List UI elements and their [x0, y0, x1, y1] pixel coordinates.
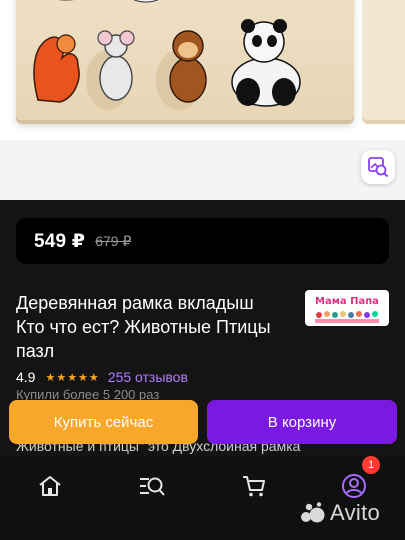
- image-search-icon: [368, 157, 389, 178]
- avito-wordmark: Avito: [330, 500, 381, 525]
- add-to-cart-button[interactable]: В корзину: [207, 400, 397, 444]
- seller-logo[interactable]: Мама Папа: [305, 290, 389, 326]
- product-photo[interactable]: [0, 0, 405, 200]
- old-price: 679 ₽: [95, 232, 132, 249]
- cart-icon: [243, 476, 265, 497]
- visual-search-button[interactable]: [361, 150, 395, 184]
- photo-background: [0, 140, 405, 200]
- bottom-nav: [0, 456, 405, 540]
- price-bar: 549 ₽ 679 ₽: [16, 218, 389, 264]
- puzzle-animals-image: [33, 0, 301, 107]
- profile-icon: [342, 474, 366, 498]
- second-image-preview: [362, 0, 405, 120]
- product-title: Деревянная рамка вкладыш Кто что ест? Жи…: [16, 293, 271, 361]
- buy-now-button[interactable]: Купить сейчас: [9, 400, 198, 444]
- notification-badge: 1: [362, 456, 380, 474]
- nav-cart[interactable]: [234, 466, 274, 506]
- home-icon: [39, 476, 61, 496]
- rating-value: 4.9: [16, 369, 36, 385]
- stars-icon: ★★★★★: [45, 371, 100, 384]
- seller-logo-text: Мама Папа: [315, 296, 379, 307]
- avito-logo-icon: [301, 502, 325, 523]
- rating-row[interactable]: 4.9 ★★★★★ 255 отзывов: [16, 369, 188, 385]
- price: 549 ₽: [34, 230, 86, 252]
- nav-home[interactable]: [30, 466, 70, 506]
- nav-search[interactable]: [132, 466, 172, 506]
- avito-watermark: Avito: [300, 500, 380, 526]
- search-icon: [140, 477, 165, 496]
- reviews-link[interactable]: 255 отзывов: [108, 369, 188, 385]
- puzzle-board: [16, 0, 354, 120]
